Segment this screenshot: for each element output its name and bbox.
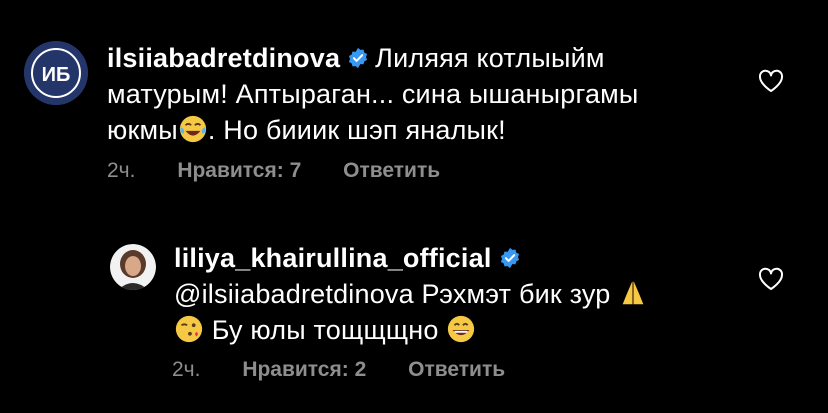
avatar[interactable]: ИБ [24,41,88,105]
tears-of-joy-emoji-icon [179,115,206,143]
comment-text: ilsiiabadretdinova Лиляяя котлыыйм матур… [107,40,727,148]
mention-link[interactable]: @ilsiiabadretdinova [174,279,414,309]
reply-button[interactable]: Ответить [408,358,505,381]
avatar[interactable] [110,244,156,290]
likes-count[interactable]: Нравится: 2 [242,358,366,381]
avatar-photo-icon [110,244,156,290]
comment-line-1: Лиляяя котлыыйм [375,43,605,73]
grinning-face-emoji-icon [448,315,475,343]
comment-text: liliya_khairullina_official @ilsiiabadre… [174,240,734,348]
username[interactable]: liliya_khairullina_official [174,243,492,273]
comment-line-3b: . Но бииик шэп яналык! [207,115,506,145]
comment-2: liliya_khairullina_official @ilsiiabadre… [0,205,828,413]
verified-badge-icon [349,47,368,69]
username[interactable]: ilsiiabadretdinova [107,43,340,73]
folded-hands-emoji-icon [622,281,644,305]
comment-meta: 2ч. Нравится: 7 Ответить [107,159,476,183]
avatar-logo-icon: ИБ [24,41,88,105]
timestamp: 2ч. [107,159,136,182]
avatar-text: ИБ [42,64,71,86]
comment-line-2: матурым! Аптыраган... сина ышаныргамы [107,79,639,109]
comment-1: ИБ ilsiiabadretdinova Лиляяя котлыыйм ма… [0,0,828,205]
comment-text-a: Рэхмэт бик зур [421,279,611,309]
face-blowing-kiss-emoji-icon [175,315,203,343]
comment-meta: 2ч. Нравится: 2 Ответить [172,358,541,382]
comment-line-3a: юкмы [107,115,178,145]
reply-button[interactable]: Ответить [343,159,440,182]
heart-icon[interactable] [758,267,784,291]
comment-text-b: Бу юлы тощщщно [211,315,439,345]
verified-badge-icon [500,247,519,269]
likes-count[interactable]: Нравится: 7 [177,159,301,182]
heart-icon[interactable] [758,69,784,93]
timestamp: 2ч. [172,358,201,381]
